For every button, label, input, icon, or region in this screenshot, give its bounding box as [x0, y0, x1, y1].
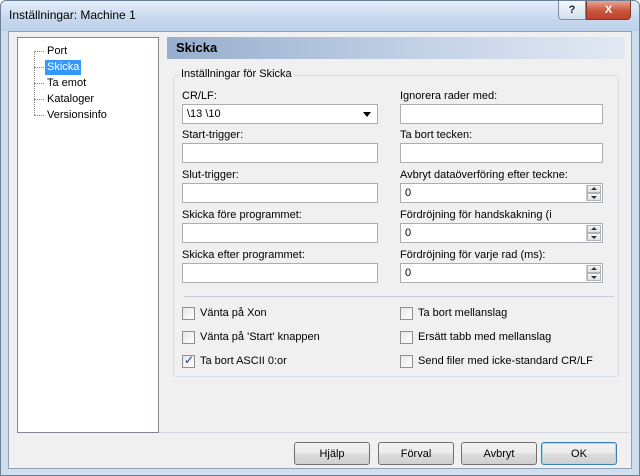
- tree-item-port[interactable]: Port: [18, 44, 158, 59]
- spin-up-icon[interactable]: [587, 265, 601, 273]
- tree-item-versionsinfo[interactable]: Versionsinfo: [18, 108, 158, 123]
- spinner-buttons: [586, 225, 601, 241]
- title-bar[interactable]: Inställningar: Machine 1 ? X: [1, 1, 639, 31]
- start-trigger-label: Start-trigger:: [182, 129, 244, 141]
- crlf-dropdown[interactable]: \13 \10: [182, 104, 378, 124]
- start-trigger-input[interactable]: [182, 143, 378, 163]
- handshake-delay-spinner[interactable]: 0: [400, 223, 603, 243]
- checkbox-box[interactable]: [182, 331, 195, 344]
- tree-item-label: Versionsinfo: [47, 109, 107, 121]
- nonstandard-crlf-checkbox[interactable]: Send filer med icke-standard CR/LF: [400, 355, 610, 369]
- tree-dash: [34, 67, 44, 68]
- ignore-lines-label: Ignorera rader med:: [400, 90, 498, 102]
- checkbox-label: Ersätt tabb med mellanslag: [418, 331, 552, 343]
- tree-dash: [34, 99, 44, 100]
- send-settings-group: Inställningar för Skicka CR/LF: \13 \10 …: [173, 68, 619, 377]
- crlf-label: CR/LF:: [182, 90, 217, 102]
- chevron-down-icon[interactable]: [363, 112, 371, 117]
- end-trigger-input[interactable]: [182, 183, 378, 203]
- tree-item-skicka[interactable]: Skicka: [18, 60, 158, 75]
- spin-down-icon[interactable]: [587, 233, 601, 241]
- tree-dash: [34, 83, 44, 84]
- tree-item-label: Ta emot: [47, 77, 87, 89]
- crlf-value: \13 \10: [187, 108, 221, 120]
- tree-item-label: Port: [47, 45, 68, 57]
- tree-item-ta-emot[interactable]: Ta emot: [18, 76, 158, 91]
- handshake-delay-value: 0: [405, 227, 412, 239]
- abort-transfer-spinner[interactable]: 0: [400, 183, 603, 203]
- remove-ascii0-checkbox[interactable]: ✓ Ta bort ASCII 0:or: [182, 353, 382, 369]
- tree-item-label: Kataloger: [47, 93, 95, 105]
- tree-dash: [34, 51, 44, 52]
- default-button[interactable]: Förval: [378, 442, 454, 465]
- spin-down-icon[interactable]: [587, 273, 601, 281]
- wait-start-checkbox[interactable]: Vänta på 'Start' knappen: [182, 331, 382, 345]
- line-delay-value: 0: [405, 267, 412, 279]
- bottom-separator: [159, 432, 629, 433]
- tree-dash: [34, 115, 44, 116]
- remove-chars-label: Ta bort tecken:: [400, 129, 473, 141]
- checkbox-label: Vänta på 'Start' knappen: [200, 331, 320, 343]
- check-icon: ✓: [184, 353, 195, 367]
- checkbox-label: Ta bort ASCII 0:or: [200, 355, 287, 367]
- spinner-buttons: [586, 265, 601, 281]
- help-icon[interactable]: ?: [558, 1, 586, 20]
- settings-tree[interactable]: Port Skicka Ta emot Kataloger Versionsin…: [17, 37, 159, 433]
- panel-title: Skicka: [176, 40, 218, 55]
- help-button[interactable]: Hjälp: [294, 442, 370, 465]
- settings-window: Inställningar: Machine 1 ? X Port Skicka…: [0, 0, 640, 476]
- wait-xon-checkbox[interactable]: Vänta på Xon: [182, 307, 382, 321]
- spinner-buttons: [586, 185, 601, 201]
- send-after-label: Skicka efter programmet:: [182, 249, 305, 261]
- remove-spaces-checkbox[interactable]: Ta bort mellanslag: [400, 307, 610, 321]
- dialog-client: Port Skicka Ta emot Kataloger Versionsin…: [8, 31, 632, 469]
- replace-tab-checkbox[interactable]: Ersätt tabb med mellanslag: [400, 331, 610, 345]
- group-label: Inställningar för Skicka: [179, 68, 294, 80]
- ignore-lines-input[interactable]: [400, 104, 603, 124]
- line-delay-label: Fördröjning för varje rad (ms):: [400, 249, 546, 261]
- checkbox-box[interactable]: [182, 307, 195, 320]
- checkbox-box[interactable]: [400, 331, 413, 344]
- panel-header: Skicka: [167, 37, 625, 59]
- spin-up-icon[interactable]: [587, 185, 601, 193]
- checkbox-box[interactable]: [400, 355, 413, 368]
- abort-transfer-value: 0: [405, 187, 412, 199]
- checkbox-box[interactable]: [400, 307, 413, 320]
- abort-transfer-label: Avbryt dataöverföring efter teckne:: [400, 169, 568, 181]
- cancel-button[interactable]: Avbryt: [461, 442, 537, 465]
- tree-item-kataloger[interactable]: Kataloger: [18, 92, 158, 107]
- end-trigger-label: Slut-trigger:: [182, 169, 239, 181]
- checkbox-label: Send filer med icke-standard CR/LF: [418, 355, 593, 367]
- checkbox-label: Vänta på Xon: [200, 307, 267, 319]
- ok-button[interactable]: OK: [541, 442, 617, 465]
- checkbox-label: Ta bort mellanslag: [418, 307, 508, 319]
- remove-chars-input[interactable]: [400, 143, 603, 163]
- group-separator: [184, 296, 614, 297]
- spin-down-icon[interactable]: [587, 193, 601, 201]
- window-title: Inställningar: Machine 1: [9, 8, 136, 22]
- line-delay-spinner[interactable]: 0: [400, 263, 603, 283]
- tree-item-label: Skicka: [45, 60, 82, 75]
- spin-up-icon[interactable]: [587, 225, 601, 233]
- close-icon[interactable]: X: [586, 1, 631, 20]
- settings-panel: Skicka Inställningar för Skicka CR/LF: \…: [167, 37, 627, 433]
- send-before-input[interactable]: [182, 223, 378, 243]
- send-after-input[interactable]: [182, 263, 378, 283]
- checkbox-box[interactable]: ✓: [182, 353, 195, 368]
- handshake-delay-label: Fördröjning för handskakning (i: [400, 209, 552, 221]
- send-before-label: Skicka före programmet:: [182, 209, 302, 221]
